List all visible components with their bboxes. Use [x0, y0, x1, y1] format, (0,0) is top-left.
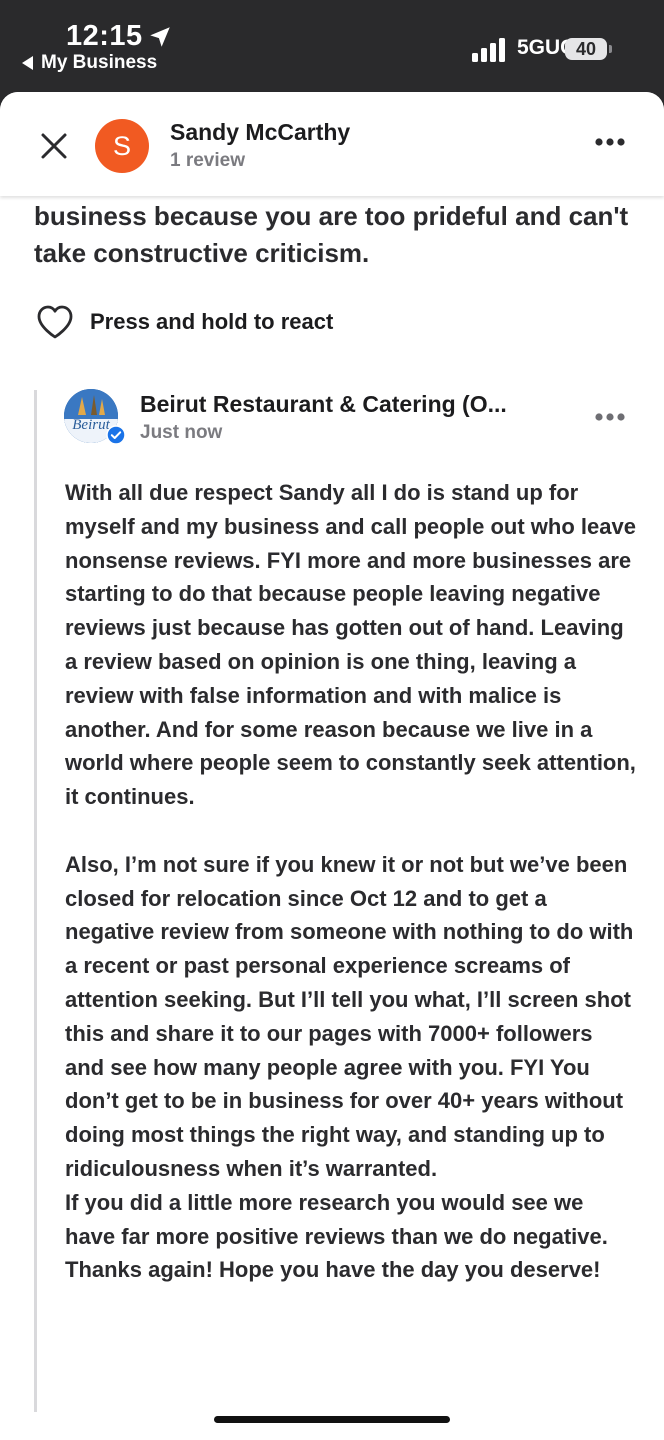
react-button[interactable]: Press and hold to react	[36, 304, 333, 340]
response-more-options-icon[interactable]	[594, 411, 626, 423]
battery-tip	[609, 45, 612, 53]
verified-badge-icon	[106, 425, 126, 445]
reviewer-avatar[interactable]: S	[95, 119, 149, 173]
business-name[interactable]: Beirut Restaurant & Catering (O...	[140, 391, 507, 418]
battery-indicator: 40	[565, 38, 607, 60]
home-indicator[interactable]	[214, 1416, 450, 1423]
response-paragraph-2: Also, I’m not sure if you knew it or not…	[65, 851, 634, 1181]
logo-text: Beirut	[72, 417, 110, 433]
location-arrow-icon	[150, 27, 170, 47]
back-triangle-icon	[22, 56, 33, 70]
response-timestamp: Just now	[140, 422, 223, 443]
reviewer-name[interactable]: Sandy McCarthy	[170, 119, 350, 146]
response-paragraph-3: If you did a little more research you wo…	[65, 1189, 608, 1283]
cellular-signal-icon	[472, 38, 505, 62]
more-options-icon[interactable]	[594, 136, 626, 148]
review-sheet: S Sandy McCarthy 1 review business becau…	[0, 92, 664, 1440]
react-label: Press and hold to react	[90, 309, 334, 334]
reply-thread-line	[34, 390, 37, 1412]
review-header: S Sandy McCarthy 1 review	[0, 92, 664, 196]
response-paragraph-1: With all due respect Sandy all I do is s…	[65, 480, 636, 810]
close-icon[interactable]	[36, 128, 72, 164]
back-to-app-link[interactable]: My Business	[22, 52, 157, 74]
response-text: With all due respect Sandy all I do is s…	[65, 476, 637, 1287]
back-app-label: My Business	[41, 52, 158, 73]
status-time: 12:15	[66, 20, 143, 52]
reviewer-review-count: 1 review	[170, 150, 245, 171]
review-text: business because you are too prideful an…	[34, 201, 629, 268]
heart-icon	[37, 305, 73, 339]
